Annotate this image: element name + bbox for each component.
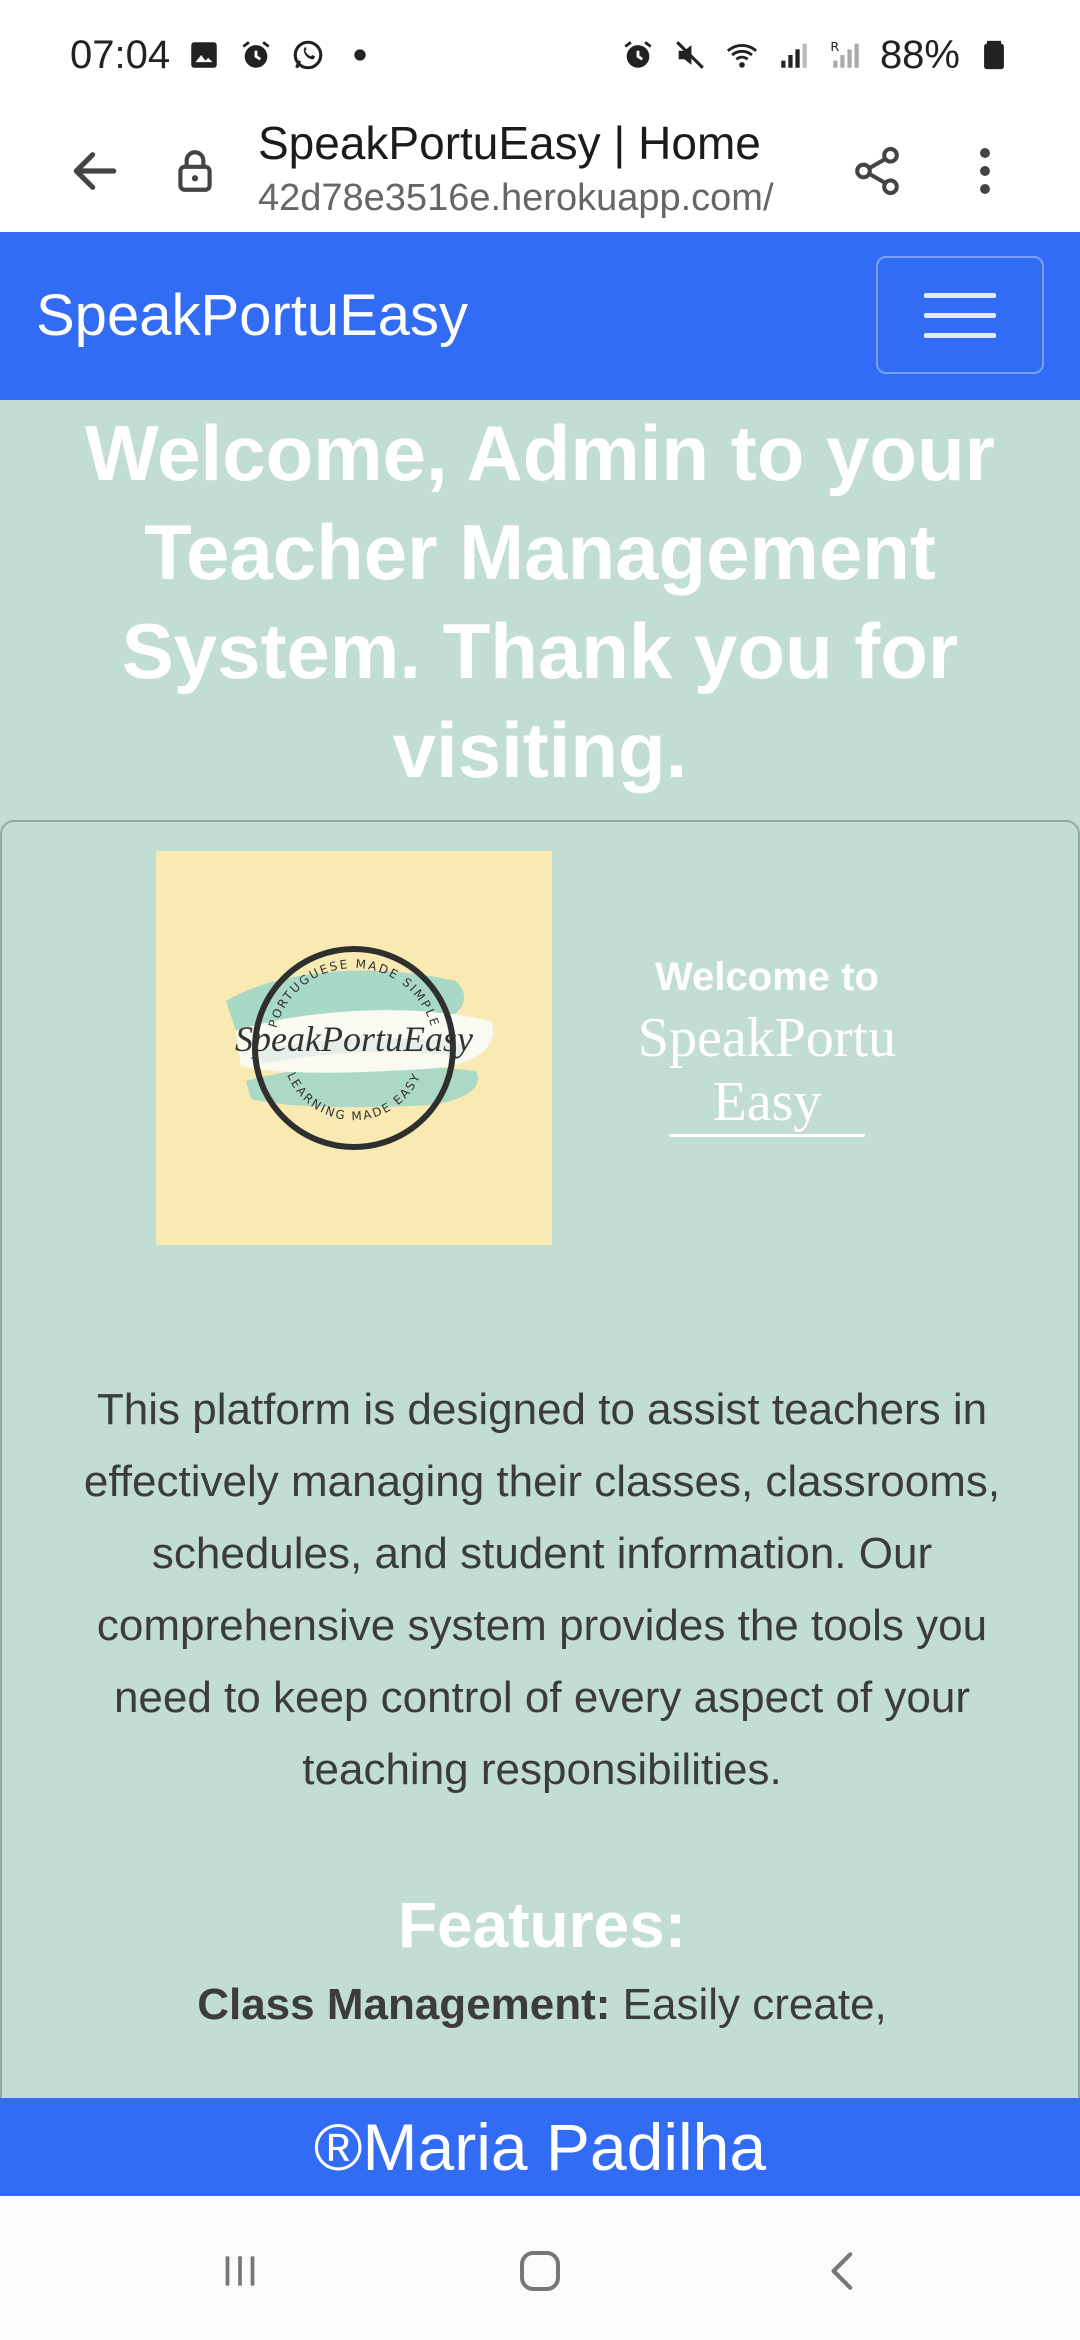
- share-icon[interactable]: [842, 136, 912, 206]
- site-navbar: SpeakPortuEasy: [0, 232, 1080, 400]
- site-footer: ®Maria Padilha: [0, 2098, 1080, 2196]
- feature-text: Easily create,: [610, 1980, 887, 2029]
- intro-card: PORTUGUESE MADE SIMPLE LEARNING MADE EAS…: [0, 820, 1080, 2098]
- lock-icon[interactable]: [160, 136, 230, 206]
- browser-url-bar: SpeakPortuEasy | Home 42d78e3516e.heroku…: [0, 110, 1080, 232]
- mute-icon: [672, 37, 708, 73]
- page-url: 42d78e3516e.herokuapp.com/: [258, 177, 774, 219]
- hamburger-line: [924, 332, 996, 338]
- feature-item: Class Management: Easily create,: [2, 1980, 1080, 2030]
- side-welcome-brand-line1: SpeakPortu: [637, 1007, 897, 1069]
- navbar-toggle-button[interactable]: [876, 256, 1044, 374]
- signal-r-icon: R: [828, 37, 864, 73]
- side-welcome: Welcome to SpeakPortu Easy: [602, 952, 932, 1137]
- status-left: 07:04: [70, 33, 378, 78]
- side-welcome-top: Welcome to: [655, 955, 879, 999]
- signal-icon: [776, 37, 812, 73]
- back-icon[interactable]: [804, 2236, 884, 2306]
- page-title: SpeakPortuEasy | Home: [258, 117, 761, 169]
- battery-icon: [976, 37, 1012, 73]
- features-heading: Features:: [397, 1889, 687, 1961]
- svg-text:R: R: [830, 40, 839, 55]
- back-arrow-icon[interactable]: [60, 136, 130, 206]
- status-time: 07:04: [70, 32, 171, 77]
- more-options-icon[interactable]: [950, 136, 1020, 206]
- image-icon: [186, 37, 222, 73]
- dot-icon: [342, 37, 378, 73]
- url-text-area[interactable]: SpeakPortuEasy | Home 42d78e3516e.heroku…: [258, 110, 818, 222]
- navbar-brand[interactable]: SpeakPortuEasy: [36, 282, 468, 349]
- wifi-icon: [724, 37, 760, 73]
- side-welcome-brand-line2: Easy: [712, 1071, 822, 1133]
- recents-icon[interactable]: [200, 2236, 280, 2306]
- home-icon[interactable]: [500, 2236, 580, 2306]
- welcome-heading: Welcome, Admin to your Teacher Managemen…: [84, 409, 996, 794]
- status-bar: 07:04 R 88%: [0, 0, 1080, 110]
- system-navigation-bar: [0, 2196, 1080, 2340]
- alarm-icon: [620, 37, 656, 73]
- platform-description: This platform is designed to assist teac…: [83, 1385, 1001, 1794]
- main-content: Welcome, Admin to your Teacher Managemen…: [0, 400, 1080, 2098]
- alarm-icon: [238, 37, 274, 73]
- logo-script-text: SpeakPortuEasy: [235, 1019, 473, 1059]
- footer-text: ®Maria Padilha: [313, 2110, 767, 2184]
- hamburger-line: [924, 312, 996, 318]
- status-right: R 88%: [620, 33, 1012, 78]
- battery-percent: 88%: [879, 32, 960, 77]
- hamburger-icon: [924, 292, 996, 298]
- side-welcome-underline: [669, 1134, 865, 1137]
- whatsapp-icon: [290, 37, 326, 73]
- logo-image: PORTUGUESE MADE SIMPLE LEARNING MADE EAS…: [156, 851, 552, 1245]
- feature-name: Class Management:: [197, 1980, 611, 2029]
